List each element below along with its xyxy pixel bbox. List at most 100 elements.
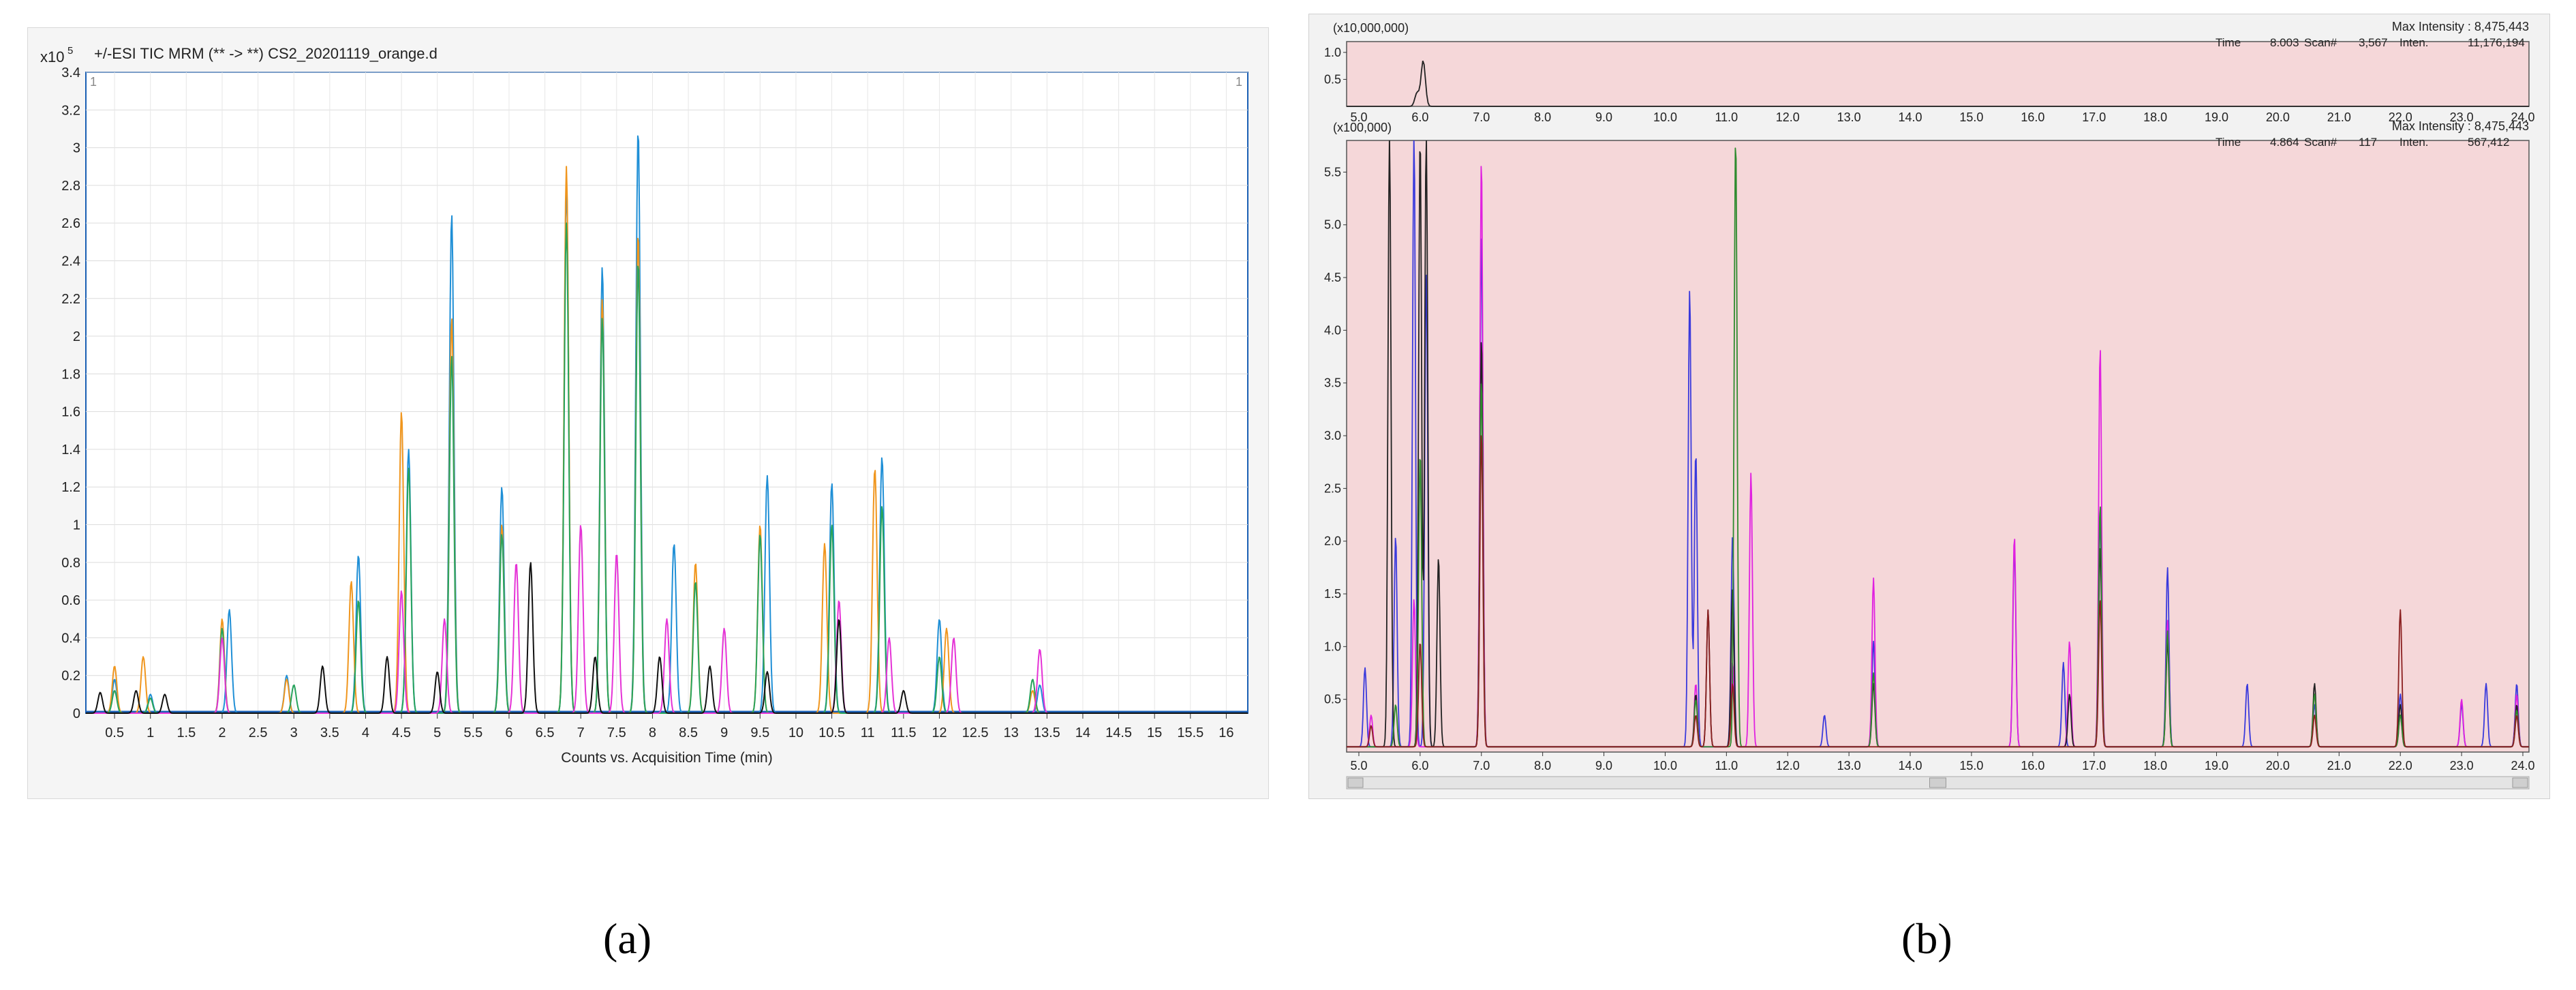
main-x-tick-label: 24.0 [2511,759,2534,772]
y-tick-label: 1.4 [61,442,80,457]
main-x-tick-label: 11.0 [1715,759,1738,772]
scroll-left-button[interactable] [1347,777,1364,788]
main-y-tick: 3.5 [1324,376,1341,390]
main-plot [1346,140,2530,753]
main-x-tick-label: 9.0 [1595,759,1612,772]
x-tick-label: 6.5 [536,725,555,740]
main-x-tick-label: 22.0 [2389,759,2412,772]
y-tick-label: 2 [73,329,80,344]
x-axis-label: Counts vs. Acquisition Time (min) [561,750,772,766]
x-tick-label: 7 [577,725,585,740]
y-exponent: 5 [67,45,73,57]
top-strip-x-tick-label: 19.0 [2205,110,2228,124]
main-x-tick-label: 5.0 [1350,759,1367,772]
x-tick-label: 8 [649,725,656,740]
corner-mark-right: 1 [1236,75,1242,89]
main-x-tick-label: 10.0 [1653,759,1677,772]
top-strip-x-tick-label: 17.0 [2082,110,2106,124]
y-tick-label: 0 [73,706,80,721]
main-readout-inten_label: Inten. [2399,136,2429,149]
x-tick-label: 13.5 [1034,725,1060,740]
main-y-tick: 1.0 [1324,640,1341,653]
y-tick-label: 1 [73,518,80,533]
chart-a-title: +/-ESI TIC MRM (** -> **) CS2_20201119_o… [94,45,438,62]
main-y-tick: 0.5 [1324,693,1341,706]
top-strip-readout-time: 8.003 [2270,36,2299,49]
main-x-tick-label: 13.0 [1837,759,1861,772]
top-strip-x-tick-label: 12.0 [1776,110,1800,124]
y-tick-label: 1.2 [61,480,80,495]
x-tick-label: 9 [720,725,728,740]
top-strip-scale: (x10,000,000) [1333,21,1409,35]
x-tick-label: 1 [147,725,154,740]
x-tick-label: 3.5 [320,725,339,740]
main-x-tick-label: 7.0 [1473,759,1490,772]
y-tick-label: 3.2 [61,103,80,118]
y-tick-label: 1.6 [61,405,80,420]
main-x-tick-label: 21.0 [2327,759,2351,772]
x-tick-label: 10.5 [818,725,845,740]
chart-b-container: (x10,000,000) Max Intensity : 8,475,443 Ti… [1308,14,2550,799]
x-tick-label: 2 [218,725,226,740]
x-tick-label: 11.5 [891,725,916,740]
y-tick-label: 0.8 [61,556,80,571]
main-scale: (x100,000) [1333,121,1392,134]
x-tick-label: 4 [362,725,369,740]
chart-a: +/-ESI TIC MRM (** -> **) CS2_20201119_o… [40,45,1248,766]
main-x-tick-label: 16.0 [2021,759,2044,772]
main-x-tick-label: 12.0 [1776,759,1800,772]
scroll-right-button[interactable] [2512,777,2528,788]
main-y-tick: 2.0 [1324,535,1341,548]
y-tick-label: 2.4 [61,254,80,269]
main-x-tick-label: 17.0 [2082,759,2106,772]
corner-mark-left: 1 [90,75,97,89]
y-multiplier: x10 [40,48,64,65]
x-tick-label: 5.5 [463,725,482,740]
x-tick-label: 12.5 [962,725,989,740]
top-strip-x-tick-label: 16.0 [2021,110,2044,124]
x-tick-label: 9.5 [750,725,769,740]
x-tick-label: 15 [1147,725,1162,740]
x-tick-label: 16 [1218,725,1233,740]
top-strip-readout-scan: 3,567 [2359,36,2388,49]
top-strip-x-tick-label: 8.0 [1534,110,1551,124]
main-x-tick-label: 19.0 [2205,759,2228,772]
main-y-tick: 4.5 [1324,271,1341,284]
top-strip-max-intensity: Max Intensity : 8,475,443 [2392,20,2529,33]
top-strip-x-tick-label: 14.0 [1899,110,1922,124]
panel-label-b: (b) [1901,914,1952,963]
y-tick-label: 0.2 [61,669,80,684]
x-tick-label: 4.5 [392,725,411,740]
main-y-tick: 2.5 [1324,481,1341,495]
main-x-tick-label: 23.0 [2450,759,2474,772]
top-strip-x-tick-label: 15.0 [1959,110,1983,124]
main-y-tick: 3.0 [1324,429,1341,442]
scroll-thumb[interactable] [1929,777,1946,788]
top-strip-plot [1346,41,2530,107]
top-strip-x-tick-label: 9.0 [1595,110,1612,124]
y-tick-label: 2.8 [61,179,80,194]
x-tick-label: 6 [505,725,512,740]
top-strip-x-tick-label: 6.0 [1411,110,1428,124]
y-tick-label: 3 [73,141,80,156]
x-tick-label: 13 [1004,725,1019,740]
main-x-tick-label: 18.0 [2143,759,2167,772]
main-x-tick-label: 8.0 [1534,759,1551,772]
main-readout-time_label: Time [2215,136,2241,149]
top-strip-x-tick-label: 18.0 [2143,110,2167,124]
top-strip-readout-time_label: Time [2215,36,2241,49]
x-tick-label: 2.5 [249,725,268,740]
main-x-tick-label: 20.0 [2266,759,2290,772]
main-readout-scan_label: Scan# [2304,136,2337,149]
main-max-intensity: Max Intensity : 8,475,443 [2392,119,2529,133]
x-tick-label: 12 [932,725,947,740]
top-strip-x-tick-label: 20.0 [2266,110,2290,124]
plot-area-a [85,72,1248,714]
top-strip-y-tick: 1.0 [1324,46,1341,59]
chart-b: (x10,000,000) Max Intensity : 8,475,443 Ti… [1324,20,2535,790]
top-strip-readout-inten_label: Inten. [2399,36,2429,49]
main-x-tick-label: 15.0 [1959,759,1983,772]
top-strip-readout-scan_label: Scan# [2304,36,2337,49]
panel-label-a: (a) [603,914,652,963]
main-x-tick-label: 14.0 [1899,759,1922,772]
